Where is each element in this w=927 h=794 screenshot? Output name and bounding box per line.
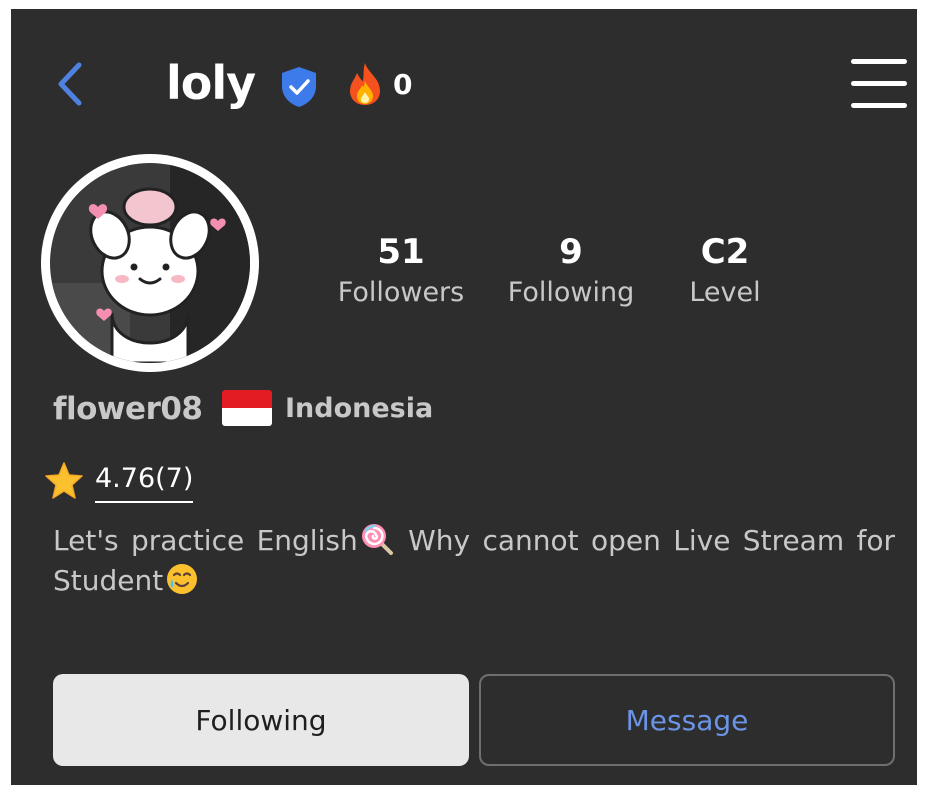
menu-button[interactable]: [849, 57, 909, 111]
profile-username: loly: [166, 56, 256, 110]
level-value: C2: [700, 232, 750, 272]
profile-bio: Let's practice English Why cannot open L…: [53, 521, 895, 601]
avatar[interactable]: [41, 154, 259, 372]
following-button[interactable]: Following: [53, 674, 469, 766]
profile-handle: flower08: [53, 391, 203, 427]
profile-screen: loly 0 51 Followers 9 Following C2 Level…: [11, 9, 917, 785]
followers-label: Followers: [337, 277, 465, 308]
hamburger-menu-icon: [851, 59, 907, 64]
following-count: 9: [559, 232, 583, 272]
lollipop-emoji-icon: [361, 524, 393, 555]
stat-following[interactable]: 9 Following: [501, 229, 641, 311]
avatar-image: [50, 163, 250, 363]
profile-country: Indonesia: [285, 393, 434, 424]
followers-count: 51: [377, 232, 425, 272]
fire-count: 0: [393, 68, 413, 101]
message-button[interactable]: Message: [479, 674, 895, 766]
fire-icon: [344, 61, 386, 107]
stat-level: C2 Level: [665, 229, 785, 311]
bio-text-part1: Let's practice English: [53, 524, 358, 557]
verified-shield-icon: [279, 65, 319, 109]
back-button[interactable]: [51, 59, 95, 109]
level-label: Level: [689, 277, 761, 308]
smiling-tear-emoji-icon: [167, 564, 198, 594]
chevron-left-icon: [58, 62, 82, 106]
rating-link[interactable]: 4.76(7): [95, 459, 194, 503]
stat-followers[interactable]: 51 Followers: [331, 229, 471, 311]
indonesia-flag-icon: [222, 390, 272, 426]
following-label: Following: [507, 277, 635, 308]
star-icon: [44, 461, 84, 501]
